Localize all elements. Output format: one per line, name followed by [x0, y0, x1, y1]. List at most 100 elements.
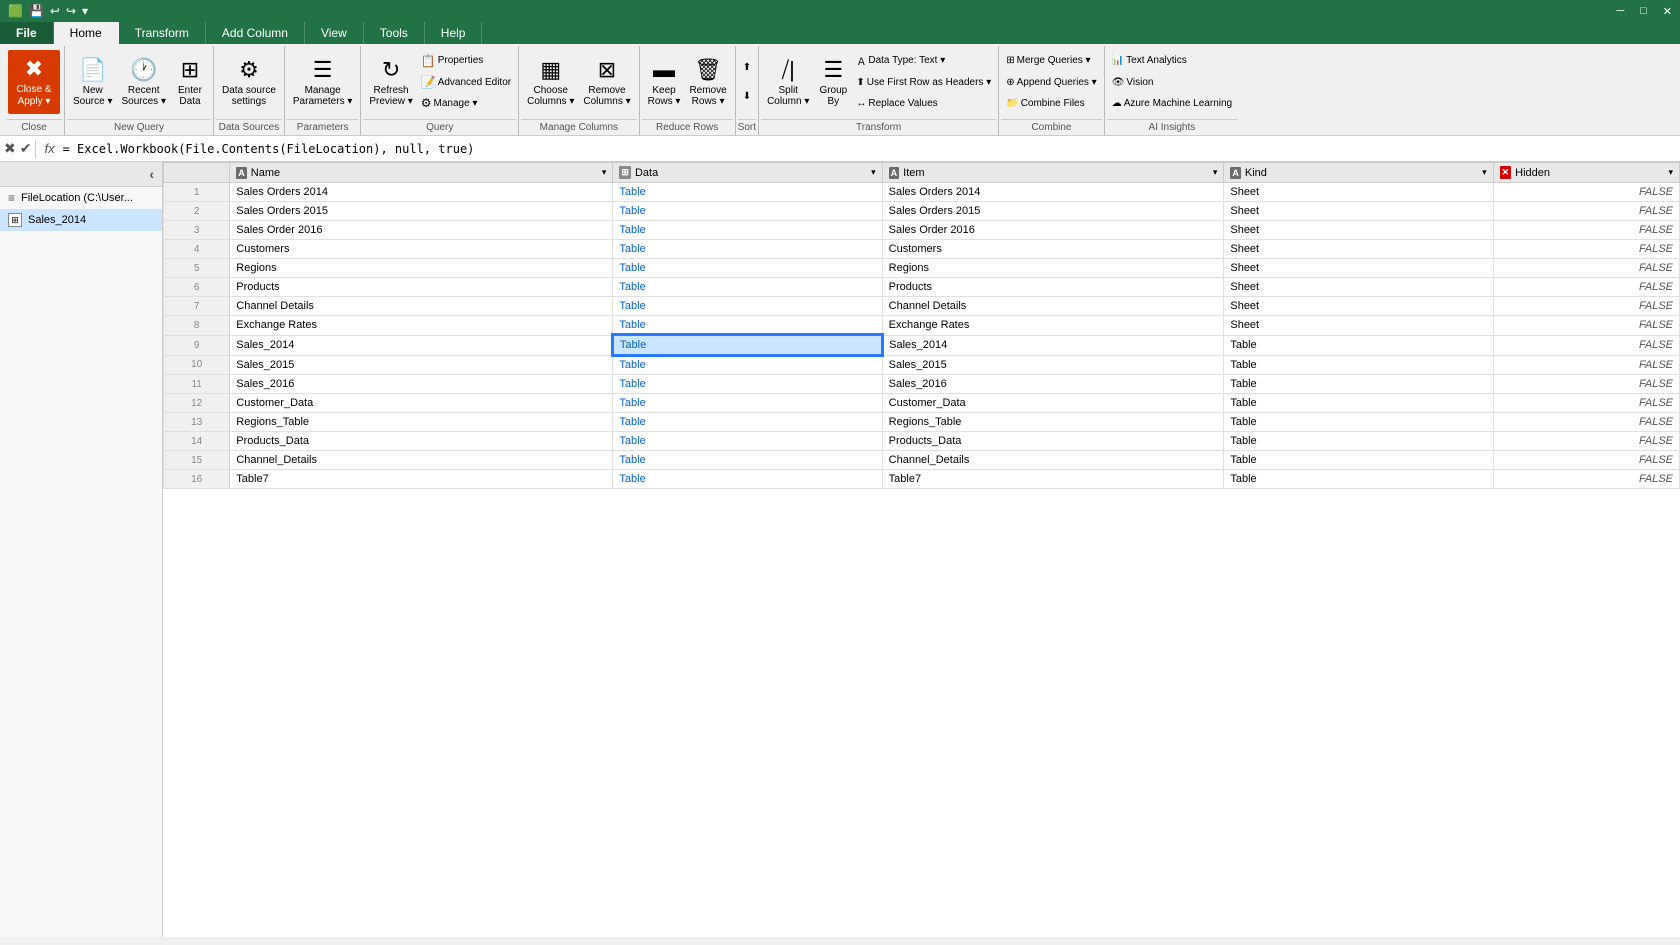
use-first-row-button[interactable]: ⬆ Use First Row as Headers ▾ — [853, 73, 994, 92]
sidebar-item-sales2014[interactable]: ⊞ Sales_2014 — [0, 209, 162, 231]
hidden-col-filter[interactable]: ▾ — [1668, 167, 1673, 178]
cell-name[interactable]: Products — [230, 278, 613, 297]
recent-sources-button[interactable]: 🕐 RecentSources ▾ — [117, 50, 169, 114]
cell-data[interactable]: Table — [613, 432, 882, 451]
cell-name[interactable]: Sales_2014 — [230, 335, 613, 355]
keep-rows-button[interactable]: ▬ KeepRows ▾ — [644, 50, 685, 114]
sort-asc-button[interactable]: ⬆ — [740, 58, 754, 77]
combine-files-button[interactable]: 📁 Combine Files — [1003, 94, 1099, 113]
close-btn[interactable]: ✕ — [1663, 5, 1672, 18]
cell-name[interactable]: Channel_Details — [230, 451, 613, 470]
table-row[interactable]: 8Exchange RatesTableExchange RatesSheetF… — [164, 316, 1680, 336]
cell-name[interactable]: Table7 — [230, 470, 613, 489]
tab-transform[interactable]: Transform — [119, 22, 206, 44]
table-row[interactable]: 2Sales Orders 2015TableSales Orders 2015… — [164, 202, 1680, 221]
table-row[interactable]: 4CustomersTableCustomersSheetFALSE — [164, 240, 1680, 259]
cell-data[interactable]: Table — [613, 221, 882, 240]
refresh-preview-button[interactable]: ↻ RefreshPreview ▾ — [365, 50, 416, 114]
cell-data[interactable]: Table — [613, 451, 882, 470]
cell-name[interactable]: Exchange Rates — [230, 316, 613, 336]
table-row[interactable]: 1Sales Orders 2014TableSales Orders 2014… — [164, 183, 1680, 202]
cell-data[interactable]: Table — [613, 375, 882, 394]
tab-add-column[interactable]: Add Column — [206, 22, 305, 44]
table-row[interactable]: 10Sales_2015TableSales_2015TableFALSE — [164, 355, 1680, 375]
tab-view[interactable]: View — [305, 22, 364, 44]
group-by-button[interactable]: ☰ GroupBy — [814, 50, 852, 114]
cell-data[interactable]: Table — [613, 316, 882, 336]
table-row[interactable]: 11Sales_2016TableSales_2016TableFALSE — [164, 375, 1680, 394]
replace-values-button[interactable]: ↔ Replace Values — [853, 94, 994, 113]
text-analytics-button[interactable]: 📊 Text Analytics — [1109, 51, 1235, 70]
cell-data[interactable]: Table — [613, 202, 882, 221]
vision-button[interactable]: 👁 Vision — [1109, 73, 1235, 92]
azure-ml-button[interactable]: ☁ Azure Machine Learning — [1109, 94, 1235, 113]
cell-data[interactable]: Table — [613, 297, 882, 316]
manage-button[interactable]: ⚙ Manage ▾ — [418, 94, 514, 113]
remove-rows-button[interactable]: 🗑 RemoveRows ▾ — [685, 50, 730, 114]
formula-cancel-icon[interactable]: ✖ — [4, 140, 16, 157]
properties-button[interactable]: 📋 Properties — [418, 51, 514, 70]
tab-file[interactable]: File — [0, 22, 54, 44]
quick-access-undo[interactable]: ↩ — [50, 4, 60, 18]
enter-data-button[interactable]: ⊞ EnterData — [171, 50, 209, 114]
table-row[interactable]: 14Products_DataTableProducts_DataTableFA… — [164, 432, 1680, 451]
cell-data[interactable]: Table — [613, 183, 882, 202]
cell-name[interactable]: Sales Orders 2014 — [230, 183, 613, 202]
cell-data[interactable]: Table — [613, 240, 882, 259]
data-col-filter[interactable]: ▾ — [871, 167, 876, 178]
table-row[interactable]: 9Sales_2014TableSales_2014TableFALSE — [164, 335, 1680, 355]
cell-data[interactable]: Table — [613, 259, 882, 278]
cell-name[interactable]: Sales Orders 2015 — [230, 202, 613, 221]
cell-data[interactable]: Table — [613, 335, 882, 355]
advanced-editor-button[interactable]: 📝 Advanced Editor — [418, 73, 514, 92]
cell-name[interactable]: Customers — [230, 240, 613, 259]
tab-home[interactable]: Home — [54, 22, 119, 44]
sidebar-item-filelocation[interactable]: ≡ FileLocation (C:\User... — [0, 187, 162, 209]
quick-access-dropdown[interactable]: ▾ — [82, 4, 88, 18]
quick-access-redo[interactable]: ↪ — [66, 4, 76, 18]
cell-data[interactable]: Table — [613, 355, 882, 375]
sidebar-collapse-button[interactable]: ‹ — [149, 166, 154, 182]
cell-data[interactable]: Table — [613, 394, 882, 413]
merge-queries-button[interactable]: ⊞ Merge Queries ▾ — [1003, 51, 1099, 70]
cell-name[interactable]: Sales Order 2016 — [230, 221, 613, 240]
table-row[interactable]: 5RegionsTableRegionsSheetFALSE — [164, 259, 1680, 278]
cell-name[interactable]: Customer_Data — [230, 394, 613, 413]
table-row[interactable]: 7Channel DetailsTableChannel DetailsShee… — [164, 297, 1680, 316]
new-source-button[interactable]: 📄 NewSource ▾ — [69, 50, 116, 114]
item-col-filter[interactable]: ▾ — [1213, 167, 1218, 178]
quick-access-save[interactable]: 💾 — [29, 4, 44, 18]
minimize-btn[interactable]: ─ — [1616, 5, 1624, 18]
formula-confirm-icon[interactable]: ✔ — [20, 140, 32, 157]
close-apply-button[interactable]: ✖ Close &Apply ▾ — [8, 50, 60, 114]
table-row[interactable]: 13Regions_TableTableRegions_TableTableFA… — [164, 413, 1680, 432]
name-col-filter[interactable]: ▾ — [602, 167, 607, 178]
formula-input[interactable] — [63, 142, 1676, 156]
table-row[interactable]: 6ProductsTableProductsSheetFALSE — [164, 278, 1680, 297]
table-row[interactable]: 3Sales Order 2016TableSales Order 2016Sh… — [164, 221, 1680, 240]
data-source-settings-button[interactable]: ⚙ Data sourcesettings — [218, 50, 280, 114]
tab-tools[interactable]: Tools — [364, 22, 425, 44]
table-row[interactable]: 15Channel_DetailsTableChannel_DetailsTab… — [164, 451, 1680, 470]
remove-columns-button[interactable]: ⊠ RemoveColumns ▾ — [579, 50, 634, 114]
kind-col-filter[interactable]: ▾ — [1482, 167, 1487, 178]
cell-name[interactable]: Regions — [230, 259, 613, 278]
append-queries-button[interactable]: ⊕ Append Queries ▾ — [1003, 73, 1099, 92]
table-row[interactable]: 12Customer_DataTableCustomer_DataTableFA… — [164, 394, 1680, 413]
maximize-btn[interactable]: □ — [1640, 5, 1647, 18]
cell-data[interactable]: Table — [613, 470, 882, 489]
choose-columns-button[interactable]: ▦ ChooseColumns ▾ — [523, 50, 578, 114]
split-column-button[interactable]: ⧸| SplitColumn ▾ — [763, 50, 813, 114]
cell-data[interactable]: Table — [613, 413, 882, 432]
cell-name[interactable]: Sales_2015 — [230, 355, 613, 375]
cell-name[interactable]: Sales_2016 — [230, 375, 613, 394]
cell-name[interactable]: Channel Details — [230, 297, 613, 316]
data-type-button[interactable]: Ａ Data Type: Text ▾ — [853, 51, 994, 70]
manage-parameters-button[interactable]: ☰ ManageParameters ▾ — [289, 50, 356, 114]
cell-name[interactable]: Regions_Table — [230, 413, 613, 432]
cell-name[interactable]: Products_Data — [230, 432, 613, 451]
tab-help[interactable]: Help — [425, 22, 483, 44]
cell-data[interactable]: Table — [613, 278, 882, 297]
sort-desc-button[interactable]: ⬇ — [740, 87, 754, 106]
table-row[interactable]: 16Table7TableTable7TableFALSE — [164, 470, 1680, 489]
